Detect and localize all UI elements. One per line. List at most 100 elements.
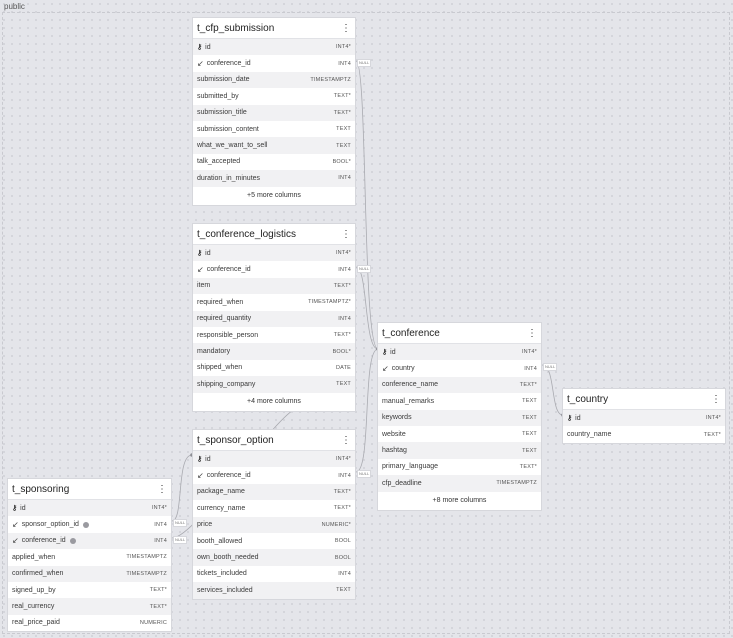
column-left: ⚷ id bbox=[382, 348, 396, 357]
column-row[interactable]: ⚷ id INT4* bbox=[8, 500, 171, 517]
column-type: INT4* bbox=[335, 250, 351, 257]
column-left: mandatory bbox=[197, 348, 230, 355]
column-row[interactable]: confirmed_when TIMESTAMPTZ bbox=[8, 565, 171, 582]
column-left: what_we_want_to_sell bbox=[197, 142, 267, 149]
column-row[interactable]: shipped_when DATE bbox=[193, 360, 355, 376]
column-row[interactable]: conference_name TEXT* bbox=[378, 376, 541, 394]
column-row[interactable]: responsible_person TEXT* bbox=[193, 327, 355, 343]
more-columns-link[interactable]: +5 more columns bbox=[193, 187, 355, 205]
column-type: TEXT* bbox=[333, 282, 351, 289]
column-row[interactable]: submission_title TEXT* bbox=[193, 104, 355, 121]
column-row[interactable]: package_name TEXT* bbox=[193, 483, 355, 501]
column-row[interactable]: ⚷ id INT4* bbox=[193, 245, 355, 262]
column-type: TEXT* bbox=[333, 332, 351, 339]
kebab-menu-icon[interactable]: ⋮ bbox=[711, 394, 721, 405]
more-columns-link[interactable]: +8 more columns bbox=[378, 492, 541, 510]
kebab-menu-icon[interactable]: ⋮ bbox=[341, 229, 351, 240]
table-header[interactable]: t_conference ⋮ bbox=[378, 323, 541, 344]
column-type: INT4* bbox=[335, 456, 351, 463]
column-row[interactable]: website TEXT bbox=[378, 426, 541, 442]
column-row[interactable]: duration_in_minutes INT4 bbox=[193, 170, 355, 187]
more-columns-link[interactable]: +4 more columns bbox=[193, 393, 355, 411]
column-type: TEXT bbox=[336, 587, 351, 594]
table-header[interactable]: t_sponsoring ⋮ bbox=[8, 479, 171, 500]
column-row[interactable]: booth_allowed BOOL bbox=[193, 533, 355, 549]
column-row[interactable]: ⚷ id INT4* bbox=[193, 39, 355, 56]
kebab-menu-icon[interactable]: ⋮ bbox=[341, 23, 351, 34]
kebab-menu-icon[interactable]: ⋮ bbox=[157, 484, 167, 495]
column-row[interactable]: services_included TEXT bbox=[193, 582, 355, 599]
column-row[interactable]: required_when TIMESTAMPTZ* bbox=[193, 294, 355, 310]
table-header[interactable]: t_cfp_submission ⋮ bbox=[193, 18, 355, 39]
table-t_sponsoring[interactable]: t_sponsoring ⋮ ⚷ id INT4* ↙ sponsor_option_id I… bbox=[7, 478, 172, 633]
info-icon[interactable] bbox=[82, 521, 89, 528]
column-row[interactable]: cfp_deadline TIMESTAMPTZ bbox=[378, 475, 541, 492]
column-left: shipped_when bbox=[197, 364, 242, 371]
table-t_cfp_submission[interactable]: t_cfp_submission ⋮ ⚷ id INT4* ↙ conference_id I… bbox=[192, 17, 356, 206]
column-row[interactable]: applied_when TIMESTAMPTZ bbox=[8, 549, 171, 565]
column-type: TEXT* bbox=[519, 463, 537, 470]
column-row[interactable]: signed_up_by TEXT* bbox=[8, 582, 171, 598]
column-type: INT4* bbox=[521, 349, 537, 356]
column-left: services_included bbox=[197, 587, 253, 594]
column-row[interactable]: price NUMERIC* bbox=[193, 516, 355, 533]
column-row[interactable]: ↙ country INT4 bbox=[378, 360, 541, 376]
table-header[interactable]: t_sponsor_option ⋮ bbox=[193, 430, 355, 451]
column-row[interactable]: primary_language TEXT* bbox=[378, 459, 541, 475]
column-left: submission_title bbox=[197, 109, 247, 116]
column-left: talk_accepted bbox=[197, 158, 240, 165]
column-row[interactable]: ↙ conference_id INT4 bbox=[193, 55, 355, 71]
column-row[interactable]: submission_date TIMESTAMPTZ bbox=[193, 71, 355, 89]
column-type: BOOL* bbox=[332, 158, 351, 165]
column-left: ⚷ id bbox=[197, 249, 211, 258]
table-header[interactable]: t_conference_logistics ⋮ bbox=[193, 224, 355, 245]
column-row[interactable]: ⚷ id INT4* bbox=[378, 344, 541, 361]
table-t_conference_logistics[interactable]: t_conference_logistics ⋮ ⚷ id INT4* ↙ conferen… bbox=[192, 223, 356, 412]
column-row[interactable]: talk_accepted BOOL* bbox=[193, 154, 355, 170]
table-name: t_country bbox=[567, 393, 609, 405]
column-row[interactable]: currency_name TEXT* bbox=[193, 500, 355, 516]
column-type: TEXT* bbox=[703, 431, 721, 438]
column-left: submission_date bbox=[197, 76, 250, 83]
column-row[interactable]: mandatory BOOL* bbox=[193, 343, 355, 360]
column-row[interactable]: required_quantity INT4 bbox=[193, 310, 355, 327]
table-t_sponsor_option[interactable]: t_sponsor_option ⋮ ⚷ id INT4* ↙ conference_id I… bbox=[192, 429, 356, 600]
column-row[interactable]: tickets_included INT4 bbox=[193, 566, 355, 582]
column-name: mandatory bbox=[197, 348, 231, 356]
column-row[interactable]: ↙ conference_id INT4 bbox=[8, 532, 171, 550]
column-row[interactable]: ⚷ id INT4* bbox=[193, 451, 355, 468]
column-type: INT4* bbox=[151, 505, 167, 512]
column-row[interactable]: item TEXT* bbox=[193, 277, 355, 295]
column-row[interactable]: what_we_want_to_sell TEXT bbox=[193, 137, 355, 154]
null-badge: NULL bbox=[357, 59, 372, 67]
column-row[interactable]: ↙ conference_id INT4 bbox=[193, 467, 355, 483]
column-name: id bbox=[20, 504, 26, 512]
column-left: package_name bbox=[197, 488, 245, 495]
column-name: own_booth_needed bbox=[197, 554, 259, 562]
column-row[interactable]: hashtag TEXT bbox=[378, 442, 541, 459]
column-row[interactable]: submission_content TEXT bbox=[193, 121, 355, 137]
kebab-menu-icon[interactable]: ⋮ bbox=[341, 435, 351, 446]
column-row[interactable]: keywords TEXT bbox=[378, 409, 541, 426]
column-row[interactable]: ↙ conference_id INT4 bbox=[193, 261, 355, 277]
column-left: item bbox=[197, 282, 210, 289]
column-row[interactable]: shipping_company TEXT bbox=[193, 376, 355, 393]
column-row[interactable]: real_price_paid NUMERIC bbox=[8, 615, 171, 631]
column-row[interactable]: own_booth_needed BOOL bbox=[193, 549, 355, 566]
info-icon[interactable] bbox=[69, 537, 76, 544]
table-header[interactable]: t_country ⋮ bbox=[563, 389, 725, 410]
column-row[interactable]: real_currency TEXT* bbox=[8, 598, 171, 615]
column-row[interactable]: submitted_by TEXT* bbox=[193, 88, 355, 104]
table-t_conference[interactable]: t_conference ⋮ ⚷ id INT4* ↙ country INT4 confere… bbox=[377, 322, 542, 511]
column-row[interactable]: ↙ sponsor_option_id INT4 bbox=[8, 516, 171, 532]
column-type: TEXT* bbox=[519, 381, 537, 388]
key-icon: ⚷ bbox=[567, 415, 573, 423]
column-row[interactable]: manual_remarks TEXT bbox=[378, 393, 541, 409]
column-row[interactable]: country_name TEXT* bbox=[563, 426, 725, 442]
kebab-menu-icon[interactable]: ⋮ bbox=[527, 328, 537, 339]
foreign-key-arrow-icon: ↙ bbox=[197, 59, 204, 69]
column-left: manual_remarks bbox=[382, 398, 434, 405]
column-row[interactable]: ⚷ id INT4* bbox=[563, 410, 725, 427]
column-left: keywords bbox=[382, 414, 412, 421]
table-t_country[interactable]: t_country ⋮ ⚷ id INT4* country_name TEXT* bbox=[562, 388, 726, 444]
